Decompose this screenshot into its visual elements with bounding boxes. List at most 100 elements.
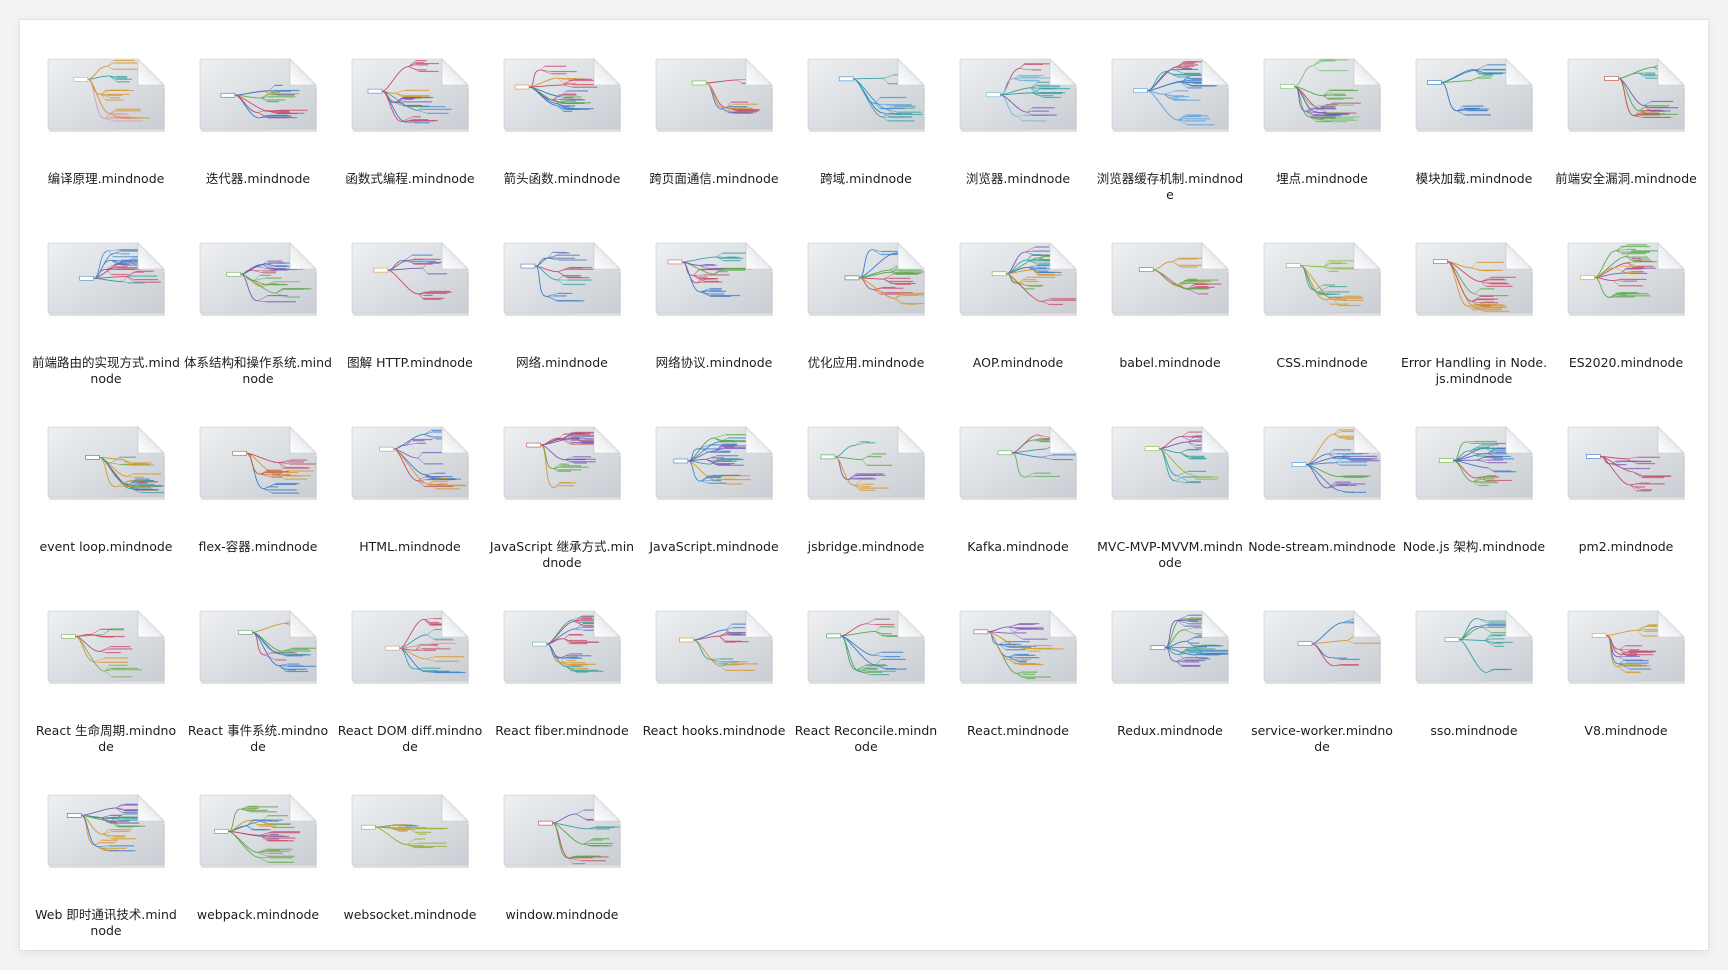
file-name-label[interactable]: 函数式编程.mindnode [336, 171, 484, 187]
mindnode-document-icon[interactable] [958, 609, 1078, 685]
mindnode-document-icon[interactable] [958, 57, 1078, 133]
mindnode-document-icon[interactable] [198, 609, 318, 685]
mindnode-document-icon[interactable] [1110, 241, 1230, 317]
file-item[interactable]: React.mindnode [942, 609, 1094, 793]
file-name-label[interactable]: React Reconcile.mindnode [792, 723, 940, 755]
file-item[interactable]: React Reconcile.mindnode [790, 609, 942, 793]
file-item[interactable]: ES2020.mindnode [1550, 241, 1702, 425]
file-name-label[interactable]: window.mindnode [488, 907, 636, 923]
file-item[interactable]: service-worker.mindnode [1246, 609, 1398, 793]
file-name-label[interactable]: webpack.mindnode [184, 907, 332, 923]
file-name-label[interactable]: 跨域.mindnode [792, 171, 940, 187]
file-name-label[interactable]: React.mindnode [944, 723, 1092, 739]
file-name-label[interactable]: MVC-MVP-MVVM.mindnode [1096, 539, 1244, 571]
file-item[interactable]: 优化应用.mindnode [790, 241, 942, 425]
file-item[interactable]: 网络.mindnode [486, 241, 638, 425]
file-name-label[interactable]: jsbridge.mindnode [792, 539, 940, 555]
file-name-label[interactable]: React 生命周期.mindnode [32, 723, 180, 755]
file-name-label[interactable]: websocket.mindnode [336, 907, 484, 923]
mindnode-document-icon[interactable] [502, 609, 622, 685]
file-name-label[interactable]: 网络协议.mindnode [640, 355, 788, 371]
file-name-label[interactable]: Error Handling in Node.js.mindnode [1400, 355, 1548, 387]
mindnode-document-icon[interactable] [1262, 425, 1382, 501]
file-name-label[interactable]: 网络.mindnode [488, 355, 636, 371]
file-item[interactable]: React 生命周期.mindnode [30, 609, 182, 793]
file-item[interactable]: window.mindnode [486, 793, 638, 950]
mindnode-document-icon[interactable] [1566, 57, 1686, 133]
file-item[interactable]: flex-容器.mindnode [182, 425, 334, 609]
file-item[interactable]: jsbridge.mindnode [790, 425, 942, 609]
file-name-label[interactable]: 箭头函数.mindnode [488, 171, 636, 187]
file-item[interactable]: websocket.mindnode [334, 793, 486, 950]
file-item[interactable]: 跨页面通信.mindnode [638, 57, 790, 241]
mindnode-document-icon[interactable] [198, 57, 318, 133]
file-name-label[interactable]: React 事件系统.mindnode [184, 723, 332, 755]
file-name-label[interactable]: flex-容器.mindnode [184, 539, 332, 555]
file-name-label[interactable]: JavaScript.mindnode [640, 539, 788, 555]
mindnode-document-icon[interactable] [198, 793, 318, 869]
mindnode-document-icon[interactable] [806, 609, 926, 685]
file-name-label[interactable]: JavaScript 继承方式.mindnode [488, 539, 636, 571]
file-name-label[interactable]: sso.mindnode [1400, 723, 1548, 739]
file-item[interactable]: pm2.mindnode [1550, 425, 1702, 609]
mindnode-document-icon[interactable] [350, 793, 470, 869]
file-item[interactable]: React hooks.mindnode [638, 609, 790, 793]
file-item[interactable]: 前端路由的实现方式.mindnode [30, 241, 182, 425]
file-item[interactable]: 埋点.mindnode [1246, 57, 1398, 241]
file-item[interactable]: 跨域.mindnode [790, 57, 942, 241]
file-item[interactable]: 前端安全漏洞.mindnode [1550, 57, 1702, 241]
mindnode-document-icon[interactable] [958, 425, 1078, 501]
file-name-label[interactable]: React hooks.mindnode [640, 723, 788, 739]
mindnode-document-icon[interactable] [46, 241, 166, 317]
file-item[interactable]: 迭代器.mindnode [182, 57, 334, 241]
mindnode-document-icon[interactable] [502, 793, 622, 869]
mindnode-document-icon[interactable] [1566, 241, 1686, 317]
file-item[interactable]: React 事件系统.mindnode [182, 609, 334, 793]
mindnode-document-icon[interactable] [198, 241, 318, 317]
mindnode-document-icon[interactable] [46, 609, 166, 685]
file-item[interactable]: 体系结构和操作系统.mindnode [182, 241, 334, 425]
mindnode-document-icon[interactable] [502, 425, 622, 501]
file-item[interactable]: 编译原理.mindnode [30, 57, 182, 241]
file-name-label[interactable]: 前端安全漏洞.mindnode [1552, 171, 1700, 187]
mindnode-document-icon[interactable] [350, 57, 470, 133]
mindnode-document-icon[interactable] [654, 241, 774, 317]
file-item[interactable]: 图解 HTTP.mindnode [334, 241, 486, 425]
mindnode-document-icon[interactable] [350, 609, 470, 685]
file-item[interactable]: babel.mindnode [1094, 241, 1246, 425]
file-name-label[interactable]: ES2020.mindnode [1552, 355, 1700, 371]
mindnode-document-icon[interactable] [1110, 609, 1230, 685]
file-name-label[interactable]: 埋点.mindnode [1248, 171, 1396, 187]
file-item[interactable]: 函数式编程.mindnode [334, 57, 486, 241]
mindnode-document-icon[interactable] [1414, 57, 1534, 133]
file-name-label[interactable]: Web 即时通讯技术.mindnode [32, 907, 180, 939]
mindnode-document-icon[interactable] [1566, 609, 1686, 685]
file-name-label[interactable]: React DOM diff.mindnode [336, 723, 484, 755]
file-item[interactable]: 浏览器缓存机制.mindnode [1094, 57, 1246, 241]
file-name-label[interactable]: Node.js 架构.mindnode [1400, 539, 1548, 555]
file-name-label[interactable]: 浏览器缓存机制.mindnode [1096, 171, 1244, 203]
file-item[interactable]: HTML.mindnode [334, 425, 486, 609]
file-name-label[interactable]: React fiber.mindnode [488, 723, 636, 739]
file-item[interactable]: 网络协议.mindnode [638, 241, 790, 425]
file-name-label[interactable]: 跨页面通信.mindnode [640, 171, 788, 187]
file-item[interactable]: Redux.mindnode [1094, 609, 1246, 793]
mindnode-document-icon[interactable] [654, 57, 774, 133]
mindnode-document-icon[interactable] [350, 425, 470, 501]
file-name-label[interactable]: babel.mindnode [1096, 355, 1244, 371]
file-name-label[interactable]: HTML.mindnode [336, 539, 484, 555]
file-name-label[interactable]: 前端路由的实现方式.mindnode [32, 355, 180, 387]
file-item[interactable]: JavaScript.mindnode [638, 425, 790, 609]
file-name-label[interactable]: 模块加载.mindnode [1400, 171, 1548, 187]
file-name-label[interactable]: pm2.mindnode [1552, 539, 1700, 555]
file-item[interactable]: AOP.mindnode [942, 241, 1094, 425]
file-item[interactable]: 模块加载.mindnode [1398, 57, 1550, 241]
mindnode-document-icon[interactable] [654, 425, 774, 501]
mindnode-document-icon[interactable] [1262, 57, 1382, 133]
mindnode-document-icon[interactable] [1262, 609, 1382, 685]
mindnode-document-icon[interactable] [806, 241, 926, 317]
file-name-label[interactable]: event loop.mindnode [32, 539, 180, 555]
file-item[interactable]: MVC-MVP-MVVM.mindnode [1094, 425, 1246, 609]
file-item[interactable]: Error Handling in Node.js.mindnode [1398, 241, 1550, 425]
file-name-label[interactable]: 体系结构和操作系统.mindnode [184, 355, 332, 387]
